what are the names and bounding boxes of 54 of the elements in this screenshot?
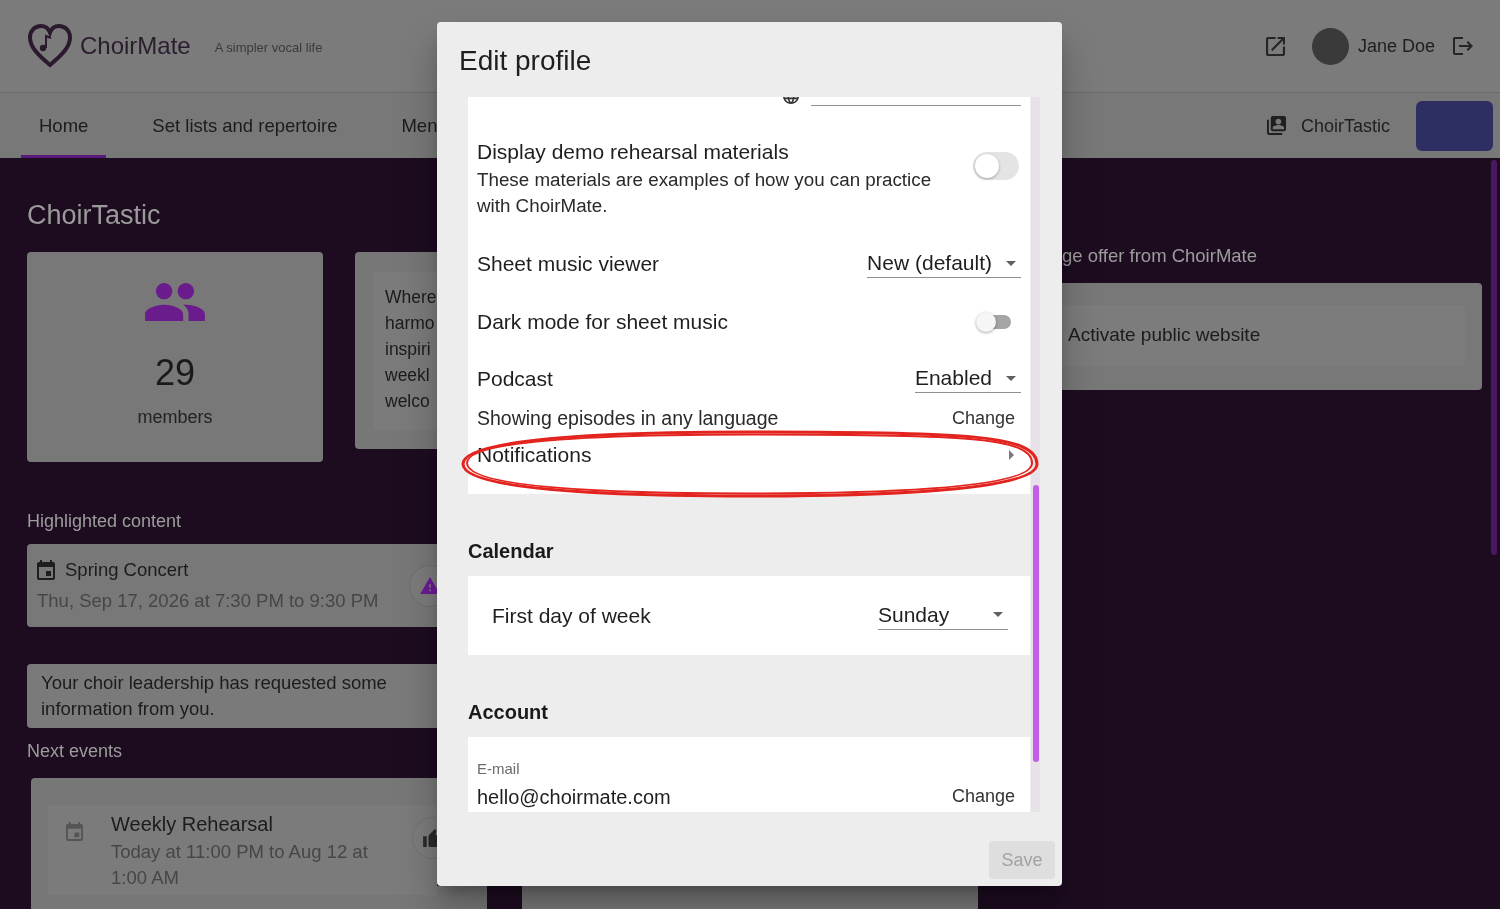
email-text: hello@choirmate.com — [477, 785, 671, 810]
tagline: A simpler vocal life — [214, 39, 323, 56]
nav-tab[interactable]: Set lists and repertoire — [134, 93, 356, 158]
avatar-placeholder[interactable] — [1311, 27, 1349, 65]
change-button[interactable]: Change — [945, 407, 1021, 429]
field-label: E-mail — [477, 760, 520, 778]
scrollbar-thumb[interactable] — [1032, 485, 1039, 762]
dropdown[interactable]: Sunday — [878, 601, 1008, 630]
notice-text: Your choir leadership has requested some information from you. — [41, 671, 388, 721]
event-title: Weekly Rehearsal — [111, 812, 273, 837]
user-name: Jane Doe — [1357, 35, 1435, 57]
dropdown[interactable]: New (default) — [867, 250, 1021, 278]
caret-icon — [1006, 375, 1016, 381]
toggle-switch[interactable] — [973, 152, 1019, 180]
people-icon — [145, 283, 205, 321]
brand-name: ChoirMate — [80, 31, 191, 61]
section-heading: Calendar — [468, 539, 554, 564]
switch[interactable] — [976, 312, 1012, 332]
setting-note: Showing episodes in any language — [477, 407, 779, 429]
change-button[interactable]: Change — [945, 785, 1021, 807]
warning-icon — [420, 577, 437, 594]
setting-label: Dark mode for sheet music — [477, 309, 728, 335]
heart-logo-icon — [27, 24, 73, 68]
event-title: Spring Concert — [65, 558, 189, 582]
page-title: ChoirTastic — [27, 199, 161, 231]
members-label: members — [137, 406, 213, 429]
dialog-title: Edit profile — [459, 44, 592, 78]
section-label: ge offer from ChoirMate — [1062, 244, 1258, 268]
dropdown[interactable]: Enabled — [914, 365, 1021, 393]
section-heading: Account — [468, 700, 548, 725]
nav-tab[interactable]: Men — [383, 93, 437, 158]
page-scrollbar-thumb[interactable] — [1491, 160, 1497, 555]
setting-label: Display demo rehearsal materials — [477, 140, 789, 164]
chevron-right-icon — [1009, 450, 1014, 460]
calendar-icon — [66, 822, 83, 841]
section-label: Next events — [27, 740, 123, 763]
account-stack-icon — [1266, 116, 1286, 135]
external-link-icon[interactable] — [1265, 36, 1285, 56]
choir-name[interactable]: ChoirTastic — [1300, 114, 1390, 137]
logout-icon[interactable] — [1453, 37, 1473, 55]
about-text: Where harmo inspiri weekl welco — [385, 286, 437, 413]
caret-icon — [993, 612, 1003, 617]
setting-label: First day of week — [492, 602, 651, 629]
member-count: 29 — [154, 352, 195, 394]
notice-card[interactable]: Your choir leadership has requested some information from you. — [27, 664, 437, 728]
section-label: Highlighted content — [27, 510, 182, 533]
thumbs-up-icon — [423, 829, 437, 847]
nav-tab[interactable]: Home — [21, 93, 107, 158]
calendar-icon — [37, 560, 55, 580]
setting-label: Podcast — [477, 366, 553, 392]
setting-description: These materials are examples of how you can practice with ChoirMate. — [477, 168, 933, 218]
offer-item[interactable]: Activate public website — [1062, 305, 1465, 366]
setting-label: Sheet music viewer — [477, 251, 660, 277]
caret-icon — [1006, 260, 1016, 266]
